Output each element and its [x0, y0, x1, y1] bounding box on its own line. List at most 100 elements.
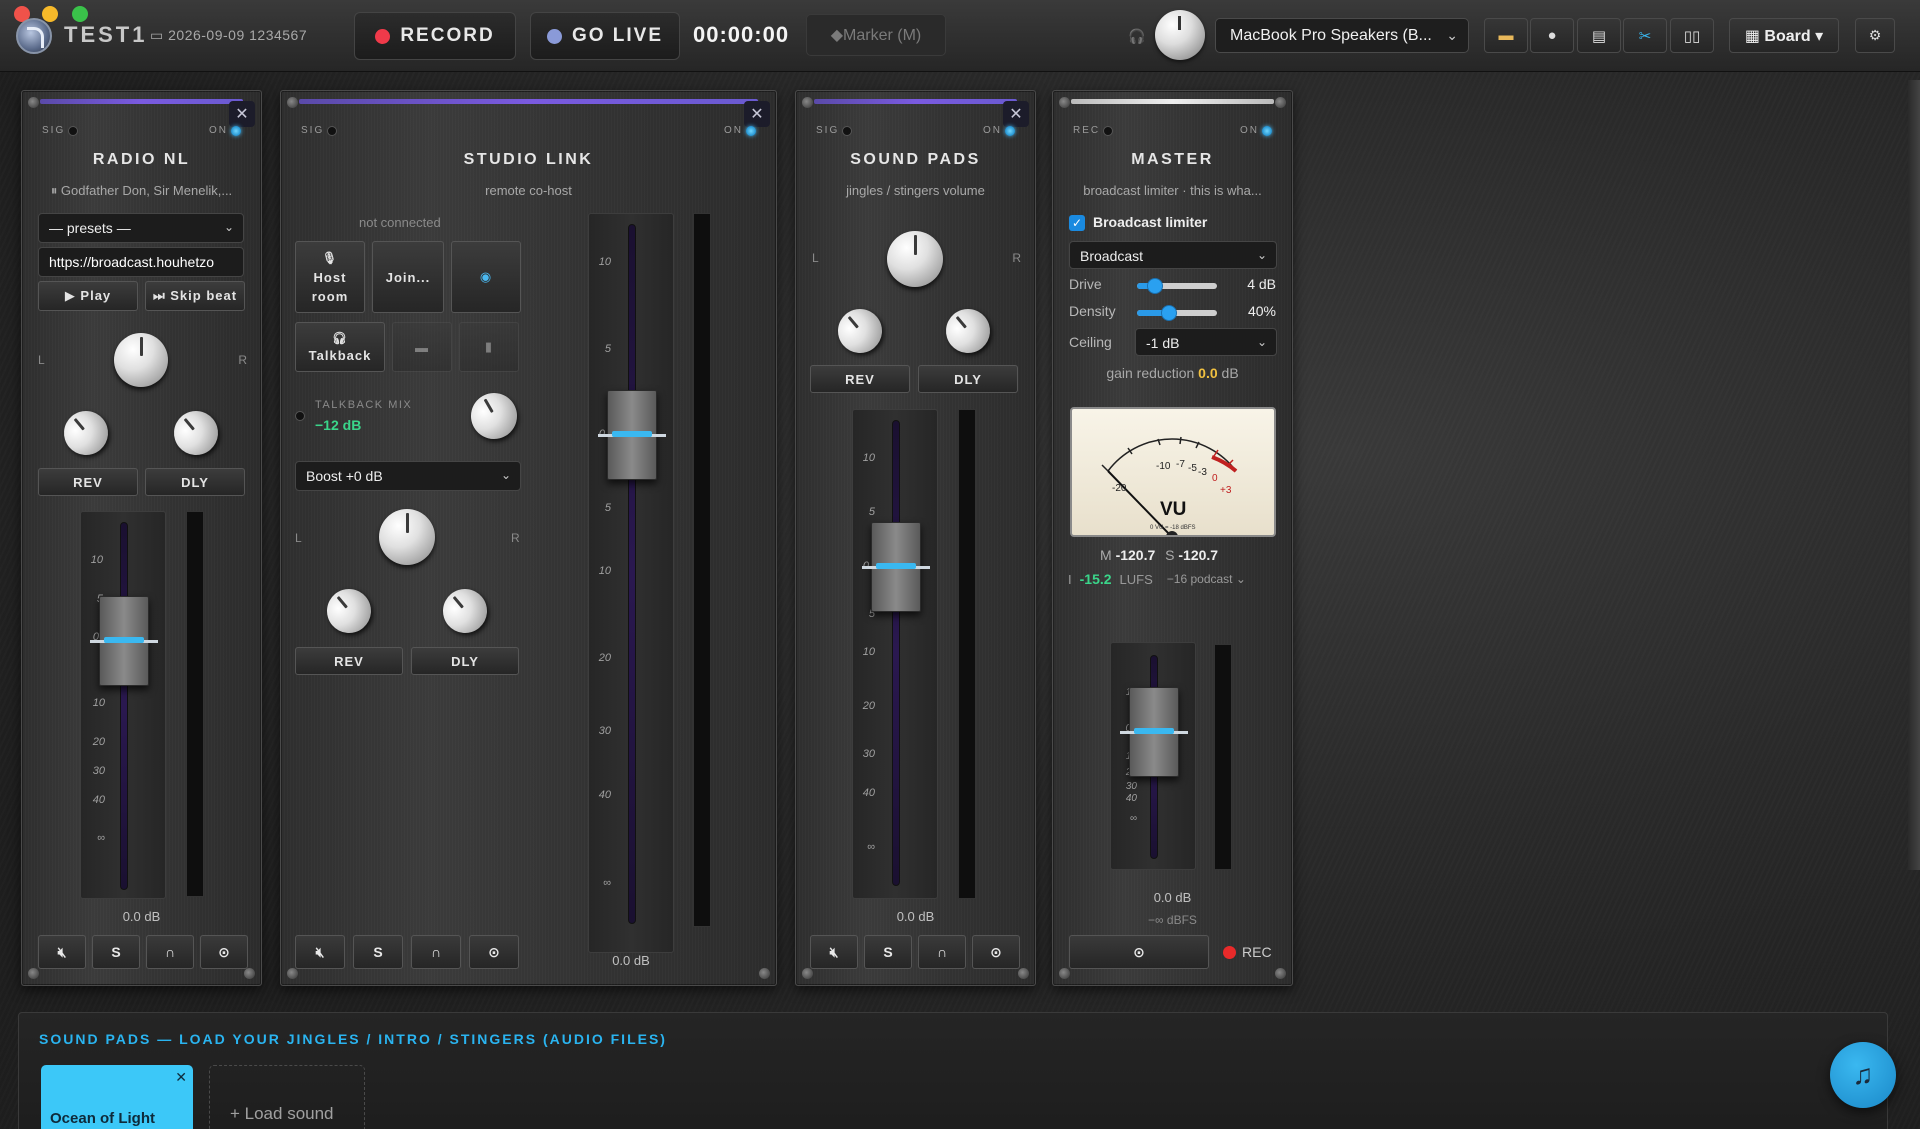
- folder-icon[interactable]: ▬: [1484, 18, 1528, 53]
- load-sound-button[interactable]: + Load sound: [209, 1065, 365, 1129]
- board-menu-button[interactable]: ▦ Board ▾: [1729, 18, 1839, 53]
- mute-button[interactable]: 🔇︎: [810, 935, 858, 969]
- delay-send-knob[interactable]: [937, 300, 999, 362]
- music-note-icon[interactable]: ♫: [1830, 1042, 1896, 1108]
- marker-button[interactable]: ◆Marker (M): [806, 14, 946, 56]
- talkback-mix-knob[interactable]: [462, 384, 526, 448]
- headset-icon: 🎧︎: [331, 331, 349, 345]
- pan-knob[interactable]: [114, 333, 168, 387]
- on-toggle[interactable]: ON: [983, 125, 1015, 136]
- close-strip-button[interactable]: ✕: [229, 101, 255, 127]
- strip-title: RADIO NL: [92, 151, 191, 168]
- talkback-button[interactable]: 🎧︎ Talkback: [295, 322, 385, 372]
- fader-db-readout: 0.0 dB: [122, 909, 161, 924]
- drive-label: Drive: [1069, 276, 1102, 292]
- host-room-button[interactable]: 🎙︎ Host room: [295, 241, 365, 313]
- record-local-icon[interactable]: ▮: [459, 322, 519, 372]
- remove-pad-icon[interactable]: ✕: [175, 1069, 187, 1086]
- on-toggle[interactable]: ON: [209, 125, 241, 136]
- reverb-send-knob[interactable]: [829, 300, 891, 362]
- archive-icon[interactable]: ▤: [1577, 18, 1621, 53]
- limiter-preset-select[interactable]: Broadcast ⌄: [1069, 241, 1277, 269]
- window-zoom-button[interactable]: [72, 6, 88, 22]
- delay-button[interactable]: DLY: [411, 647, 519, 675]
- record-label: RECORD: [400, 25, 495, 46]
- monitor-volume-knob[interactable]: [1155, 10, 1205, 60]
- output-device-select[interactable]: MacBook Pro Speakers (B... ⌄: [1215, 18, 1469, 53]
- join-button[interactable]: Join...: [372, 241, 444, 313]
- close-strip-button[interactable]: ✕: [744, 101, 770, 127]
- marker-pin-icon[interactable]: ⊙: [469, 935, 519, 969]
- volume-fader-handle[interactable]: [598, 390, 666, 480]
- volume-fader-handle[interactable]: [90, 596, 158, 686]
- delay-button[interactable]: DLY: [145, 468, 245, 496]
- boost-select[interactable]: Boost +0 dB ⌄: [295, 461, 521, 491]
- marker-pin-icon[interactable]: ⊙: [200, 935, 248, 969]
- loudness-target-select[interactable]: −16 podcast ⌄: [1167, 572, 1246, 586]
- record-button[interactable]: RECORD: [354, 12, 516, 60]
- settings-gear-icon[interactable]: ⚙: [1855, 18, 1895, 53]
- cue-headphones-icon[interactable]: ∩: [918, 935, 966, 969]
- cue-headphones-icon[interactable]: ∩: [146, 935, 194, 969]
- solo-button[interactable]: S: [353, 935, 403, 969]
- screw-icon: [244, 968, 255, 979]
- channel-strip-studio-link: ✕ SIG ON STUDIO LINK remote co-host not …: [280, 90, 777, 986]
- screw-icon: [802, 968, 813, 979]
- chevron-down-icon: ⌄: [223, 220, 234, 234]
- book-icon[interactable]: ▯▯: [1670, 18, 1714, 53]
- ceiling-label: Ceiling: [1069, 334, 1112, 350]
- solo-button[interactable]: S: [92, 935, 140, 969]
- rec-button[interactable]: REC: [1223, 944, 1272, 960]
- fader-tick: 10: [598, 256, 611, 268]
- marker-pin-icon[interactable]: ⊙: [972, 935, 1020, 969]
- stream-url-input[interactable]: https://broadcast.houhetzo: [38, 247, 244, 277]
- network-globe-icon[interactable]: ◉: [451, 241, 521, 313]
- delay-send-knob[interactable]: [434, 580, 496, 642]
- cue-headphones-icon[interactable]: ∩: [411, 935, 461, 969]
- reverb-send-knob[interactable]: [55, 402, 117, 464]
- lufs-value: -15.2: [1079, 571, 1112, 587]
- reverb-button[interactable]: REV: [38, 468, 138, 496]
- drive-slider-thumb[interactable]: [1147, 278, 1163, 294]
- mute-button[interactable]: 🔇︎: [38, 935, 86, 969]
- delay-button[interactable]: DLY: [918, 365, 1018, 393]
- sound-pad[interactable]: ✕ Ocean of Light: [41, 1065, 193, 1129]
- on-toggle[interactable]: ON: [1240, 125, 1272, 136]
- ceiling-select[interactable]: -1 dB ⌄: [1135, 328, 1277, 356]
- delay-send-knob[interactable]: [165, 402, 227, 464]
- mute-button[interactable]: 🔇︎: [295, 935, 345, 969]
- window-minimize-button[interactable]: [42, 6, 58, 22]
- ceiling-value: -1 dB: [1146, 335, 1180, 351]
- reverb-button[interactable]: REV: [810, 365, 910, 393]
- marker-pin-icon[interactable]: ⊙: [1069, 935, 1209, 969]
- master-volume-fader-handle[interactable]: [1120, 687, 1188, 777]
- play-button[interactable]: ▶ Play: [38, 281, 138, 311]
- drive-slider[interactable]: [1137, 278, 1217, 294]
- broadcast-limiter-checkbox[interactable]: ✓: [1069, 215, 1085, 231]
- close-strip-button[interactable]: ✕: [1003, 101, 1029, 127]
- pan-left-label: L: [295, 531, 302, 545]
- fader-track: [892, 420, 900, 886]
- pan-knob[interactable]: [887, 231, 943, 287]
- strip-accent-line: [40, 99, 243, 104]
- density-slider-thumb[interactable]: [1161, 305, 1177, 321]
- go-live-button[interactable]: GO LIVE: [530, 12, 680, 60]
- reverb-button[interactable]: REV: [295, 647, 403, 675]
- signal-led: [68, 125, 79, 136]
- density-slider[interactable]: [1137, 305, 1217, 321]
- volume-fader-handle[interactable]: [862, 522, 930, 612]
- scissors-icon[interactable]: ✂: [1623, 18, 1667, 53]
- on-toggle[interactable]: ON: [724, 125, 756, 136]
- solo-button[interactable]: S: [864, 935, 912, 969]
- preset-select[interactable]: — presets — ⌄: [38, 213, 244, 243]
- skip-beat-button[interactable]: ⏭ Skip beat: [145, 281, 245, 311]
- reverb-send-knob[interactable]: [318, 580, 380, 642]
- globe-icon[interactable]: ●: [1530, 18, 1574, 53]
- mute-mic-icon[interactable]: ▬: [392, 322, 452, 372]
- broadcast-limiter-label: Broadcast limiter: [1093, 214, 1208, 230]
- on-label: ON: [209, 125, 228, 136]
- lufs-readout: I -15.2 LUFS −16 podcast ⌄: [1068, 571, 1246, 587]
- scrollbar[interactable]: [1908, 80, 1920, 870]
- pan-knob[interactable]: [379, 509, 435, 565]
- on-led: [231, 125, 241, 136]
